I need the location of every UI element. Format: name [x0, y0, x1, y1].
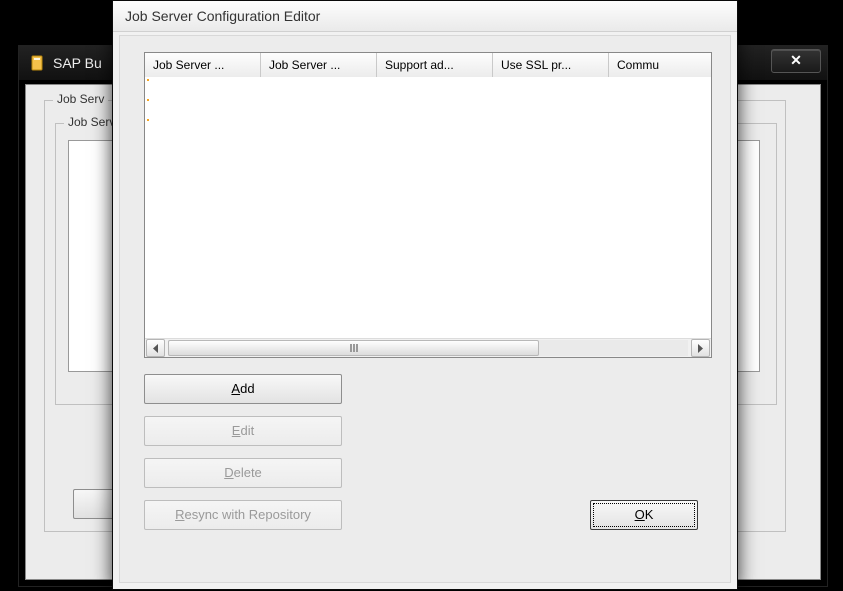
scroll-right-button[interactable] — [691, 339, 710, 357]
job-server-listview[interactable]: Job Server ... Job Server ... Support ad… — [144, 52, 712, 358]
background-title-text: SAP Bu — [53, 55, 102, 71]
scroll-track[interactable] — [168, 340, 688, 356]
app-icon — [29, 55, 45, 71]
resync-button-post: esync with Repository — [184, 507, 310, 522]
resync-button: Resync with Repository — [144, 500, 342, 530]
close-icon: ✕ — [790, 52, 802, 68]
scroll-left-button[interactable] — [146, 339, 165, 357]
config-editor-dialog: Job Server Configuration Editor Job Serv… — [112, 0, 738, 590]
delete-button-mn: D — [224, 465, 233, 480]
chevron-left-icon — [152, 344, 159, 353]
dialog-title-text: Job Server Configuration Editor — [125, 8, 320, 24]
add-button-mn: A — [231, 381, 240, 396]
edit-button-post: dit — [240, 423, 254, 438]
scroll-thumb[interactable] — [168, 340, 539, 356]
column-support-ad[interactable]: Support ad... — [377, 53, 493, 77]
ok-button-mn: O — [635, 507, 645, 522]
listview-header: Job Server ... Job Server ... Support ad… — [145, 53, 711, 78]
listview-horizontal-scrollbar[interactable] — [145, 338, 711, 357]
dialog-titlebar[interactable]: Job Server Configuration Editor — [113, 1, 737, 32]
ok-button-post: K — [645, 507, 654, 522]
add-button[interactable]: Add — [144, 374, 342, 404]
delete-button: Delete — [144, 458, 342, 488]
edit-button: Edit — [144, 416, 342, 446]
listview-body[interactable] — [145, 77, 711, 339]
scroll-thumb-grip-icon — [350, 344, 358, 352]
dialog-client-area: Job Server ... Job Server ... Support ad… — [119, 35, 731, 583]
column-use-ssl[interactable]: Use SSL pr... — [493, 53, 609, 77]
column-job-server-1[interactable]: Job Server ... — [145, 53, 261, 77]
delete-button-post: elete — [234, 465, 262, 480]
background-close-button[interactable]: ✕ — [771, 49, 821, 73]
column-commu[interactable]: Commu — [609, 53, 709, 77]
add-button-post: dd — [240, 381, 254, 396]
chevron-right-icon — [697, 344, 704, 353]
column-job-server-2[interactable]: Job Server ... — [261, 53, 377, 77]
ok-button[interactable]: OK — [590, 500, 698, 530]
background-groupbox-title: Job Serv — [53, 92, 108, 106]
